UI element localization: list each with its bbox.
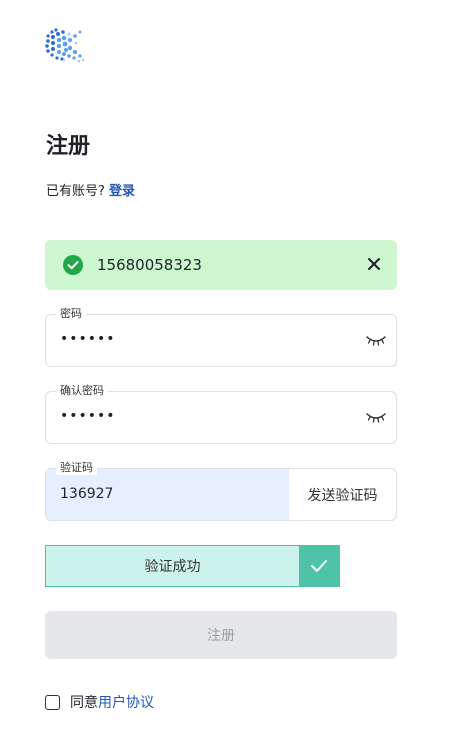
captcha-slider-handle[interactable]	[299, 546, 339, 586]
slider-captcha: 验证成功	[45, 545, 340, 587]
phone-value: 15680058323	[97, 256, 202, 274]
agreement-row: 同意 用户协议	[45, 692, 154, 712]
verification-code-value: 136927	[60, 486, 114, 502]
captcha-status: 验证成功	[144, 559, 201, 575]
page-title: 注册	[46, 134, 91, 159]
login-prompt-text: 已有账号?	[46, 184, 105, 199]
phone-field[interactable]: 15680058323	[45, 240, 397, 290]
agreement-checkbox[interactable]	[45, 694, 60, 710]
brand-logo	[44, 26, 86, 64]
login-link[interactable]: 登录	[109, 184, 135, 199]
user-agreement-link[interactable]: 用户协议	[98, 692, 154, 712]
confirm-password-value: ••••••	[60, 408, 116, 424]
send-code-button[interactable]: 发送验证码	[289, 469, 396, 520]
agreement-text: 同意	[70, 695, 98, 711]
register-button[interactable]: 注册	[45, 611, 397, 659]
verification-code-input[interactable]: 136927	[46, 469, 289, 520]
password-label: 密码	[56, 307, 86, 321]
verification-code-field: 136927 验证码 发送验证码	[45, 461, 397, 521]
eye-closed-icon[interactable]	[366, 411, 386, 423]
eye-closed-icon[interactable]	[366, 334, 386, 346]
confirm-password-field[interactable]: 确认密码 ••••••	[45, 384, 397, 444]
logo-icon	[45, 28, 85, 63]
confirm-password-label: 确认密码	[56, 384, 108, 398]
check-icon	[311, 560, 327, 572]
password-field[interactable]: 密码 ••••••	[45, 307, 397, 367]
login-prompt: 已有账号? 登录	[46, 180, 135, 199]
check-circle-icon	[63, 255, 83, 275]
verification-code-label: 验证码	[56, 461, 97, 475]
close-icon[interactable]	[367, 257, 381, 271]
password-value: ••••••	[60, 331, 116, 347]
